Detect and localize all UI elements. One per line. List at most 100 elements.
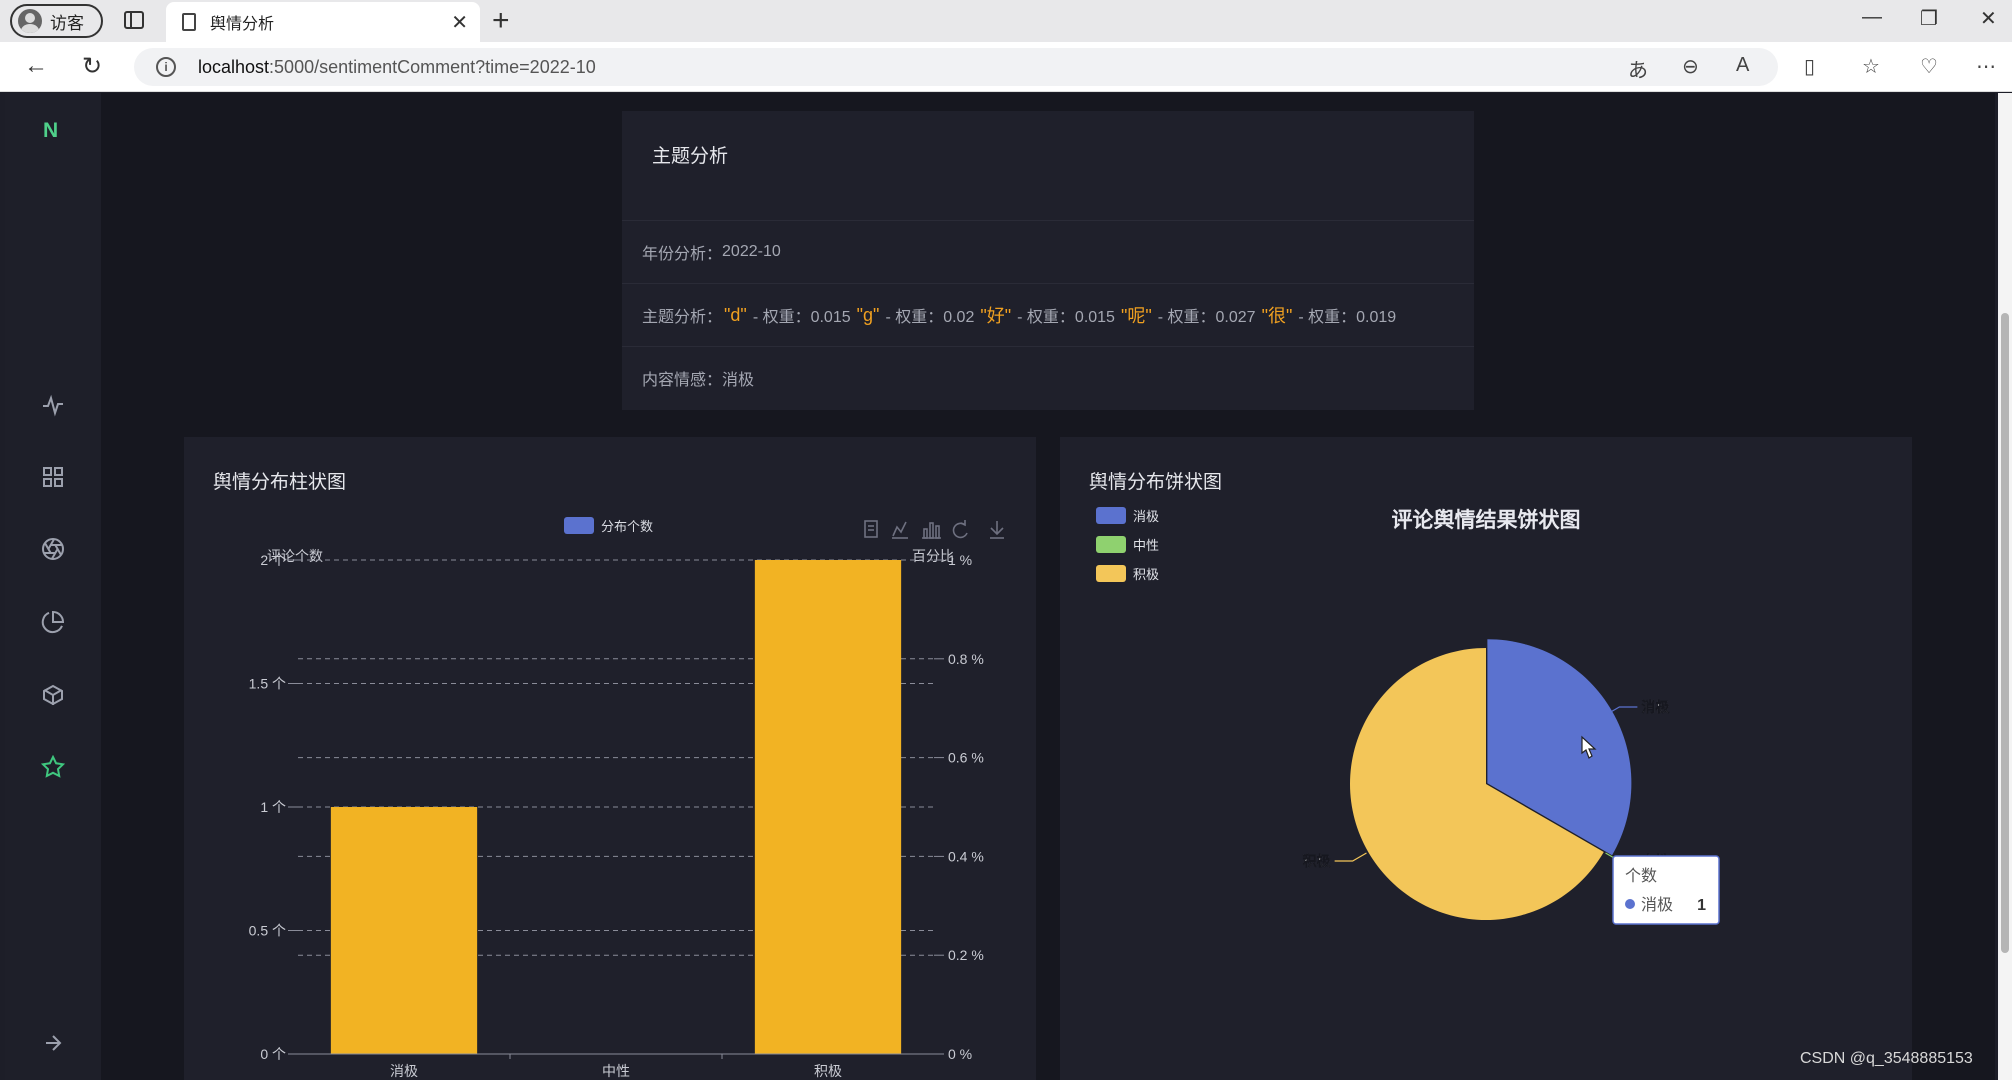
bar-chart: 分布个数 评论个数 百分比 0 个0.5 个1 个1.5 个2 个 0 %0.2…: [249, 517, 1004, 1079]
pie-series: [1350, 639, 1632, 920]
y-tick-label: 0.5 个: [249, 923, 286, 939]
page-scrollbar[interactable]: [1998, 93, 2012, 1080]
sentiment-row: 内容情感： 消极: [622, 346, 1474, 409]
year-label: 年份分析：: [642, 246, 723, 263]
box-icon[interactable]: [38, 680, 68, 710]
address-toolbar: ← ↻ i localhost:5000/sentimentComment?ti…: [0, 42, 2012, 92]
y-right-tick-label: 0.2 %: [948, 947, 984, 963]
close-window-icon[interactable]: ✕: [1980, 6, 1997, 31]
url-host: localhost: [198, 56, 270, 77]
y-tick-label: 2 个: [260, 552, 286, 568]
sentiment-value: 消极: [722, 372, 755, 389]
y-axis-right: 0 % 0.2 % 0.4 % 0.6 % 0.8 % 1 %: [934, 552, 984, 1062]
restore-icon[interactable]: [952, 520, 968, 539]
y-right-tick-label: 0.6 %: [948, 750, 984, 766]
pie-legend[interactable]: 消极中性积极: [1096, 507, 1159, 582]
y-axis: 0 个 0.5 个 1 个 1.5 个 2 个: [249, 552, 298, 1062]
y-right-tick-label: 0 %: [948, 1046, 972, 1062]
favorites-icon[interactable]: ☆: [1862, 54, 1880, 79]
topic-card-title: 主题分析: [652, 146, 729, 167]
legend-label: 积极: [1133, 567, 1159, 582]
legend-label: 中性: [1133, 538, 1159, 553]
aperture-icon[interactable]: [38, 534, 68, 564]
keyword-weight: - 权重：0.02: [885, 309, 975, 326]
sidebar: N: [5, 93, 101, 1080]
x-tick-label: 中性: [602, 1063, 630, 1079]
profile-button[interactable]: 访客: [10, 4, 103, 38]
page-icon: [182, 13, 196, 31]
pie-chart-icon[interactable]: [38, 607, 68, 637]
y-right-tick-label: 0.8 %: [948, 651, 984, 667]
y-right-tick-label: 0.4 %: [948, 848, 984, 864]
download-icon[interactable]: [990, 521, 1004, 539]
tab-actions-icon[interactable]: [124, 11, 144, 29]
legend-label: 消极: [1133, 509, 1159, 524]
pie-tooltip: 个数 消极 1: [1612, 855, 1720, 925]
y-tick-label: 0 个: [260, 1046, 286, 1062]
minimize-icon[interactable]: —: [1862, 6, 1882, 29]
close-tab-icon[interactable]: ✕: [451, 10, 468, 35]
legend-label: 分布个数: [601, 519, 653, 534]
keyword: "d": [724, 304, 747, 325]
keyword: "很": [1261, 306, 1293, 326]
x-axis: 消极 中性 积极: [298, 1053, 934, 1079]
scrollbar-thumb[interactable]: [2001, 313, 2009, 953]
chart-toolbox: [864, 520, 1004, 539]
new-tab-icon[interactable]: +: [492, 4, 510, 38]
watermark: CSDN @q_3548885153: [1800, 1050, 1973, 1067]
star-icon[interactable]: [38, 752, 68, 782]
more-icon[interactable]: ⋯: [1976, 54, 1996, 79]
line-icon[interactable]: [892, 521, 908, 539]
bar-legend[interactable]: 分布个数: [564, 517, 653, 534]
keyword-weight: - 权重：0.015: [1017, 309, 1115, 326]
url-input[interactable]: i localhost:5000/sentimentComment?time=2…: [134, 48, 1778, 86]
bar[interactable]: [754, 560, 902, 1054]
pie-label: 消极: [1641, 699, 1670, 715]
tooltip-title: 个数: [1625, 867, 1657, 885]
y-tick-label: 1 个: [260, 799, 286, 815]
zoom-out-icon[interactable]: ⊖: [1682, 54, 1699, 79]
app-logo[interactable]: N: [43, 119, 58, 143]
topic-analysis-card: 主题分析 年份分析： 2022-10 主题分析： "d" - 权重：0.015 "…: [622, 111, 1474, 410]
refresh-icon[interactable]: ↻: [82, 52, 102, 81]
keyword-weight: - 权重：0.015: [752, 309, 851, 326]
keyword-weight: - 权重：0.019: [1298, 309, 1397, 326]
data-view-icon[interactable]: [864, 520, 878, 538]
pie-chart: 消极中性积极 评论舆情结果饼状图 消极中性积极 个数 消极 1: [1096, 507, 1720, 925]
grid-icon[interactable]: [38, 462, 68, 492]
site-info-icon[interactable]: i: [156, 57, 176, 77]
activity-icon[interactable]: [38, 390, 68, 420]
split-screen-icon[interactable]: ▯: [1804, 54, 1815, 79]
bar-icon[interactable]: [922, 522, 941, 539]
tooltip-name: 消极: [1641, 896, 1673, 914]
keyword: "好": [980, 306, 1012, 326]
guest-avatar-icon: [18, 9, 42, 33]
keyword: "g": [856, 304, 880, 325]
year-value: 2022-10: [722, 243, 781, 260]
arrow-right-icon[interactable]: [38, 1028, 68, 1058]
read-aloud-icon[interactable]: A: [1736, 54, 1749, 77]
year-row: 年份分析： 2022-10: [622, 220, 1474, 283]
bar-chart-card: 舆情分布柱状图 分布个数 评论个数 百分比 0 个 0.5 个1 个 1.5 个2 …: [184, 437, 1036, 1080]
theme-label: 主题分析：: [642, 309, 723, 326]
back-icon[interactable]: ←: [24, 52, 48, 80]
pie-chart-card: 舆情分布饼状图 消极中性积极 评论舆情结果饼状图 消极中性积极 个数 消极 1: [1060, 437, 1912, 1080]
x-tick-label: 积极: [814, 1063, 842, 1079]
app-content: N 主题分析 年份分析： 2022-10 主题分析： "d" - 权重：0.01…: [5, 93, 1995, 1080]
sentiment-label: 内容情感：: [642, 372, 723, 389]
tab-title: 舆情分析: [210, 16, 275, 33]
profile-label: 访客: [50, 13, 84, 33]
restore-icon[interactable]: ❐: [1920, 6, 1938, 31]
theme-row: 主题分析： "d" - 权重：0.015 "g" - 权重：0.02 "好" - 权重…: [622, 283, 1474, 346]
browser-essentials-icon[interactable]: ♡: [1920, 54, 1938, 79]
y-tick-label: 1.5 个: [249, 676, 286, 692]
url-path: :5000/sentimentComment?time=2022-10: [269, 56, 596, 77]
bar[interactable]: [330, 807, 478, 1054]
legend-swatch: [1096, 565, 1126, 582]
pie-chart-title: 评论舆情结果饼状图: [1392, 508, 1581, 532]
legend-swatch: [1096, 536, 1126, 553]
x-tick-label: 消极: [390, 1063, 418, 1079]
translate-icon[interactable]: あ: [1628, 54, 1648, 83]
browser-tab[interactable]: 舆情分析 ✕: [166, 2, 480, 42]
keyword: "呢": [1120, 306, 1152, 326]
